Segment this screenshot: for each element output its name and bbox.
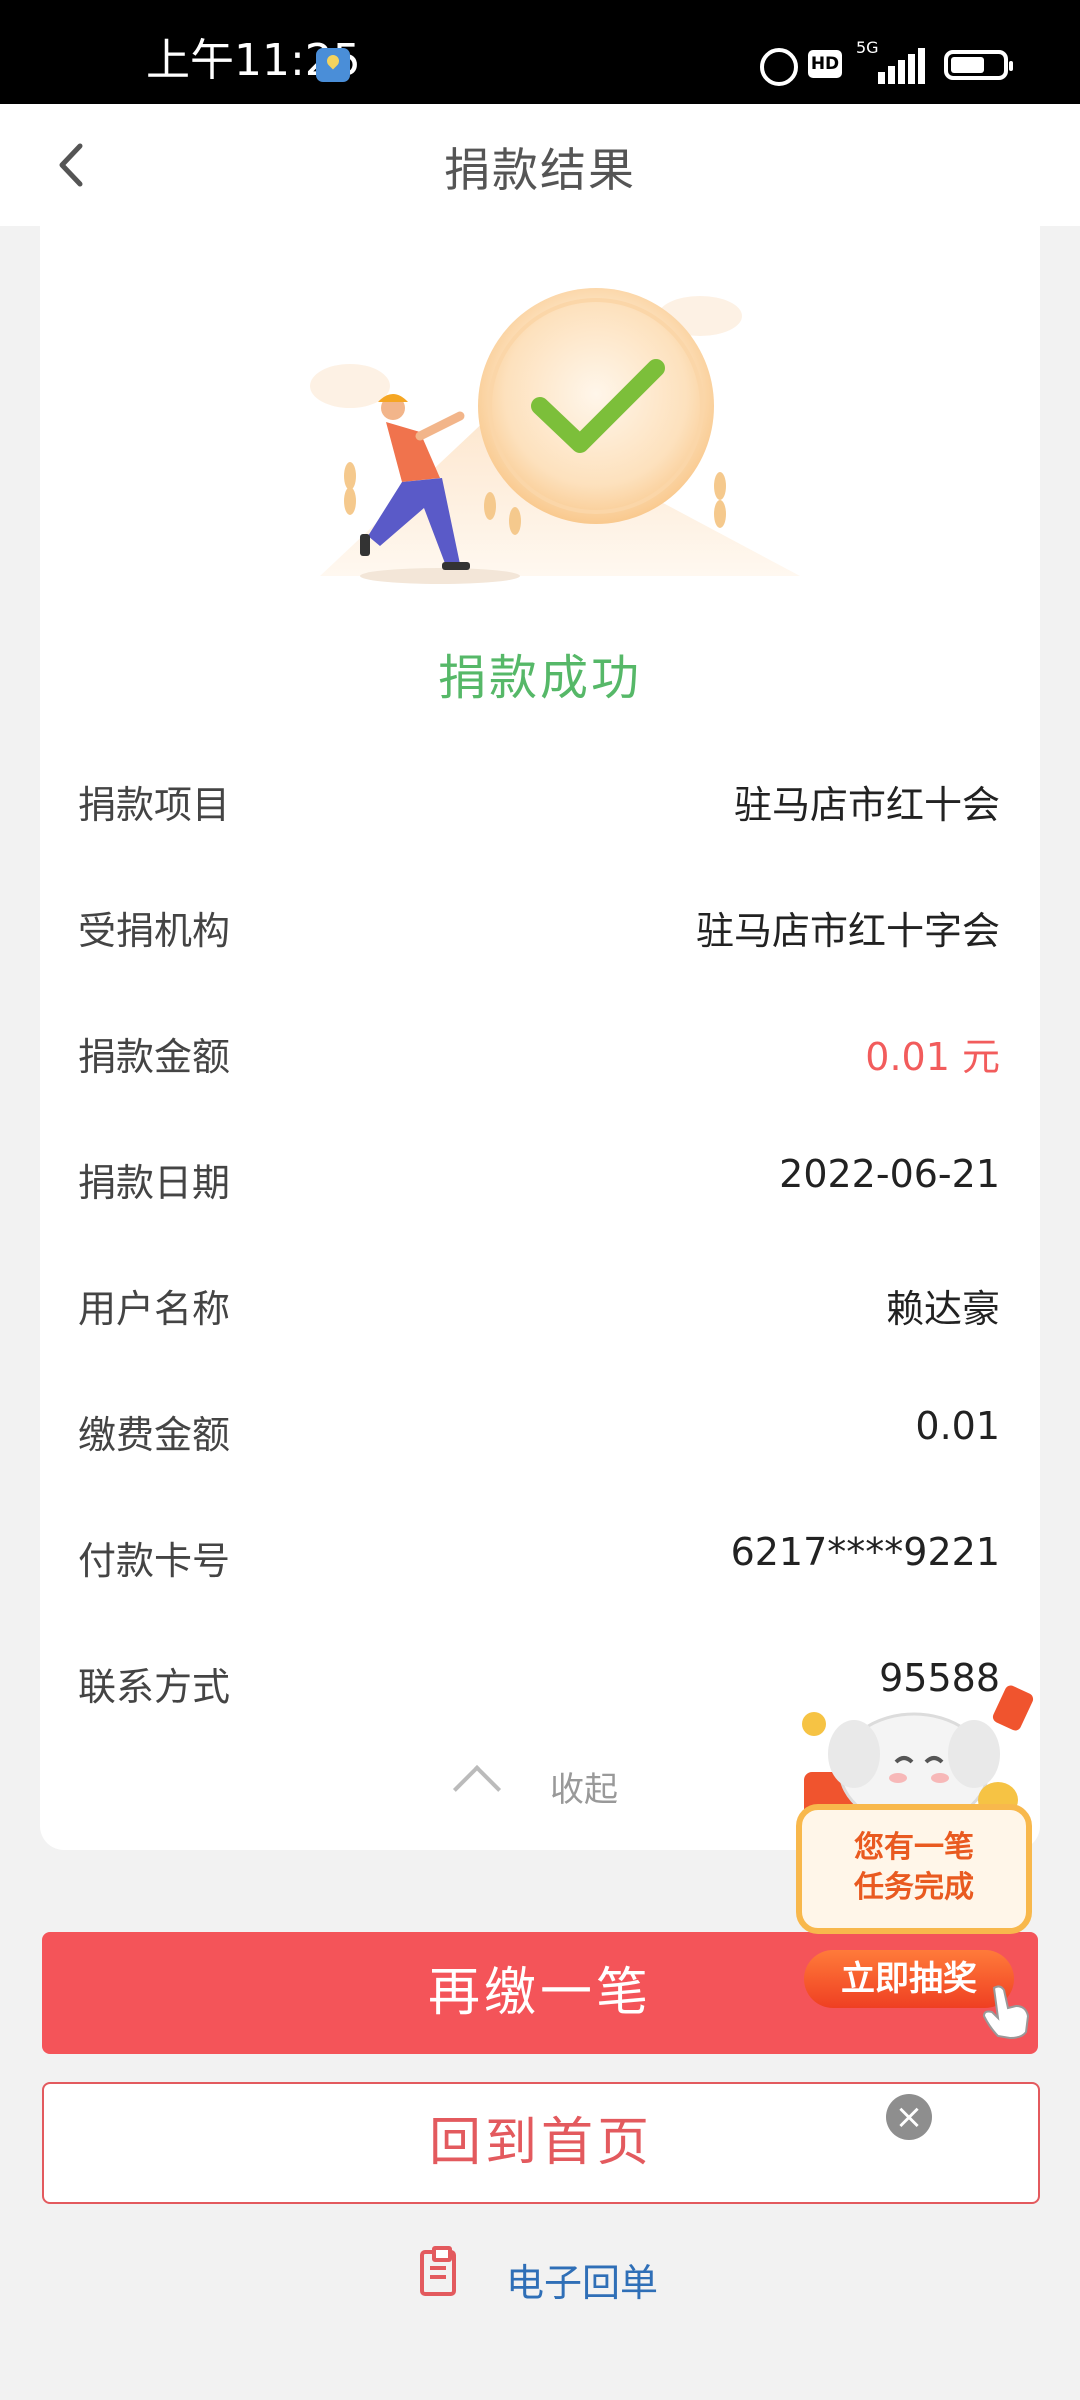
battery-icon	[944, 50, 1013, 80]
row-label: 捐款金额	[78, 1035, 231, 1079]
location-app-icon	[316, 48, 350, 82]
back-to-home-button[interactable]: 回到首页	[42, 2082, 1040, 2204]
detail-row: 捐款日期 2022-06-21	[78, 1140, 1000, 1210]
clipboard-icon	[420, 2246, 456, 2296]
row-label: 受捐机构	[78, 909, 231, 953]
row-value: 驻马店市红十字会	[695, 909, 1000, 953]
network-type: 5G	[856, 38, 879, 57]
row-label: 捐款日期	[78, 1161, 231, 1205]
row-value: 驻马店市红十会	[733, 783, 1000, 827]
row-label: 缴费金额	[78, 1413, 231, 1457]
row-value: 6217****9221	[730, 1530, 1000, 1574]
detail-row: 捐款项目 驻马店市红十会	[78, 762, 1000, 832]
lottery-promo-widget[interactable]: 您有一笔 任务完成 立即抽奖	[784, 1680, 1044, 2060]
chevron-up-icon	[452, 1764, 502, 1814]
e-receipt-label: 电子回单	[506, 2261, 659, 2305]
detail-row: 捐款金额 0.01 元	[78, 1014, 1000, 1084]
hd-icon: HD	[808, 50, 842, 78]
donation-amount-value: 0.01 元	[865, 1035, 1000, 1079]
status-bar: 上午11:25 HD 5G	[0, 0, 1080, 104]
detail-row: 用户名称 赖达豪	[78, 1266, 1000, 1336]
promo-line-2: 任务完成	[854, 1870, 974, 1905]
row-label: 付款卡号	[78, 1539, 231, 1583]
detail-row: 付款卡号 6217****9221	[78, 1518, 1000, 1588]
row-label: 用户名称	[78, 1287, 231, 1331]
row-value: 2022-06-21	[779, 1152, 1000, 1196]
row-value: 0.01	[915, 1404, 1000, 1448]
e-receipt-link[interactable]: 电子回单	[414, 2244, 674, 2314]
promo-card: 您有一笔 任务完成	[796, 1804, 1032, 1934]
row-label: 捐款项目	[78, 783, 231, 827]
detail-row: 受捐机构 驻马店市红十字会	[78, 888, 1000, 958]
pointing-hand-icon	[982, 1985, 1030, 2040]
promo-text: 您有一笔 任务完成	[802, 1828, 1026, 1908]
result-card: 捐款成功 捐款项目 驻马店市红十会 受捐机构 驻马店市红十字会 捐款金额 0.0…	[40, 226, 1040, 1850]
status-icons: HD 5G	[660, 0, 1080, 104]
signal-icon: 5G	[856, 38, 926, 84]
row-value: 赖达豪	[885, 1287, 1000, 1331]
row-label: 联系方式	[78, 1665, 231, 1709]
app-header: 捐款结果	[0, 104, 1080, 226]
page-title: 捐款结果	[444, 143, 636, 197]
success-title: 捐款成功	[437, 650, 642, 706]
alarm-icon	[760, 48, 798, 86]
success-illustration	[310, 288, 800, 584]
close-promo-icon[interactable]: ×	[886, 2094, 932, 2140]
collapse-label: 收起	[550, 1770, 618, 1810]
promo-line-1: 您有一笔	[854, 1830, 974, 1865]
detail-row: 缴费金额 0.01	[78, 1392, 1000, 1462]
